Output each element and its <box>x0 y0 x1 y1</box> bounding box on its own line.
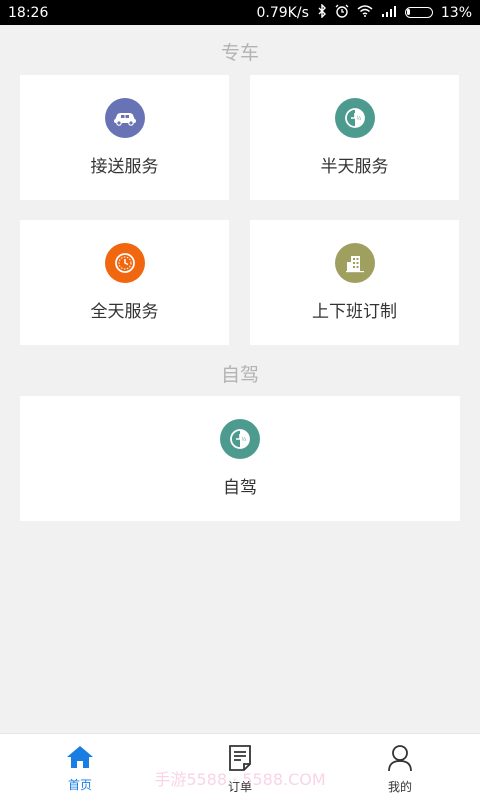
tab-label: 首页 <box>67 778 92 792</box>
wifi-icon <box>357 4 373 21</box>
clock-icon <box>104 243 145 283</box>
svg-text:½: ½ <box>242 436 247 443</box>
tab-mine[interactable]: 我的 <box>360 744 440 795</box>
card-half-day-service[interactable]: ½ 半天服务 <box>250 75 459 200</box>
card-pickup-service[interactable]: 接送服务 <box>20 75 229 200</box>
tab-label: 我的 <box>387 780 412 794</box>
tab-orders[interactable]: 订单 <box>200 744 280 795</box>
section-title-chauffeur: 专车 <box>220 42 259 64</box>
order-list-icon <box>227 744 253 776</box>
tab-label: 订单 <box>227 780 252 794</box>
building-icon <box>334 243 375 283</box>
status-time: 18:26 <box>8 4 49 21</box>
half-clock-icon: ½ <box>334 98 375 138</box>
card-label: 半天服务 <box>320 157 389 177</box>
card-full-day-service[interactable]: 全天服务 <box>20 220 229 345</box>
alarm-icon <box>335 4 349 22</box>
bluetooth-icon <box>317 2 327 22</box>
card-label: 上下班订制 <box>312 302 397 322</box>
status-indicators: 0.79K/s 13% <box>256 2 472 22</box>
card-label: 全天服务 <box>90 302 159 322</box>
tab-home[interactable]: 首页 <box>40 744 120 793</box>
signal-icon <box>381 5 397 21</box>
home-icon <box>66 744 94 774</box>
half-clock-icon: ½ <box>220 419 260 459</box>
status-bar: 18:26 0.79K/s 13% <box>0 0 480 25</box>
user-icon <box>387 744 413 776</box>
card-label: 自驾 <box>223 478 257 498</box>
network-speed: 0.79K/s <box>256 4 309 21</box>
card-commute-custom[interactable]: 上下班订制 <box>250 220 459 345</box>
svg-text:½: ½ <box>356 115 361 122</box>
battery-percent: 13% <box>440 4 472 21</box>
card-self-drive[interactable]: ½ 自驾 <box>20 396 460 521</box>
bottom-tab-bar: 首页 订单 我的 <box>0 733 480 800</box>
car-icon <box>104 98 145 138</box>
card-label: 接送服务 <box>90 157 159 177</box>
battery-icon <box>404 7 433 18</box>
section-title-self-drive: 自驾 <box>220 364 259 386</box>
